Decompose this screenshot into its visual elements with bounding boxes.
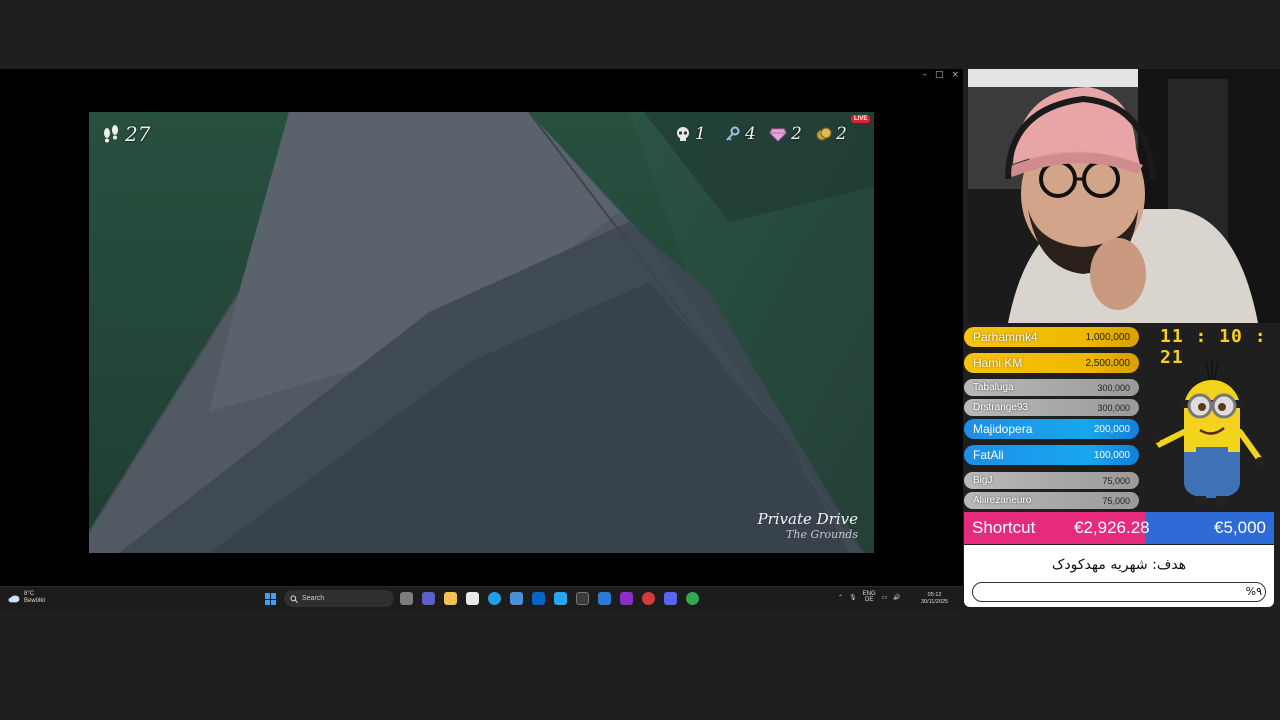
donation-row: BigJ 75,000 (964, 472, 1139, 489)
footprints-icon (104, 125, 118, 143)
discord-icon[interactable] (664, 592, 677, 605)
clock-time: 05:12 (927, 592, 942, 598)
start-button[interactable] (265, 593, 277, 605)
search-icon (290, 594, 298, 603)
search-placeholder: Search (302, 595, 325, 602)
location-name: Private Drive (757, 510, 859, 528)
goal-target-amount: €5,000 (1214, 518, 1266, 537)
donation-amount: 2,500,000 (1085, 357, 1131, 369)
steps-counter: 27 (101, 122, 150, 146)
terminal-icon[interactable] (576, 592, 589, 605)
location-area: The Grounds (786, 528, 858, 541)
donor-name: BigJ (973, 475, 993, 486)
donor-name: Drstrange93 (973, 402, 1029, 413)
chrome-dev-icon[interactable] (642, 592, 655, 605)
charity-goal-panel: هدف: شهریه مهدکودک %۹ (964, 545, 1274, 607)
donor-name: Tabaluga (973, 382, 1014, 393)
donation-row: Hami KM 2,500,000 (964, 353, 1139, 373)
weather-condition: Bewölkt (24, 598, 46, 604)
system-tray: ⌃ 🎙 ENG DE ▭ 🔊 (838, 591, 901, 603)
donor-name: Parhammk4 (973, 330, 1038, 344)
goal-current-amount: €2,926.28 (1074, 518, 1150, 537)
key-value: 4 (745, 124, 756, 144)
file-explorer-icon[interactable] (444, 592, 457, 605)
donation-amount: 200,000 (1093, 423, 1130, 435)
donor-name: Majidopera (973, 422, 1033, 436)
streamer-image (968, 69, 1280, 323)
skull-counter: 1 (675, 124, 706, 144)
donation-row: Drstrange93 300,000 (964, 399, 1139, 416)
maximize-button[interactable]: □ (935, 70, 944, 80)
vscode-icon[interactable] (598, 592, 611, 605)
donation-amount: 75,000 (1102, 475, 1130, 486)
goal-progress-bar: Shortcut €2,926.28 €5,000 (964, 512, 1274, 544)
microphone-icon[interactable]: 🎙 (849, 594, 857, 601)
coin-counter: 2 (816, 124, 847, 144)
cloud-icon (8, 595, 20, 602)
language-indicator[interactable]: ENG DE (863, 591, 876, 603)
taskbar: 8°C Bewölkt Search ⌃ 🎙 ENG DE ▭ 🔊 05:12 (0, 586, 963, 610)
task-view-icon[interactable] (400, 592, 413, 605)
taskbar-clock[interactable]: 05:12 30/11/2025 (921, 592, 948, 606)
donation-row: Aliirezaneuro 75,000 (964, 492, 1139, 509)
donation-amount: 1,000,000 (1085, 331, 1131, 343)
teams-icon[interactable] (422, 592, 435, 605)
donation-row: Tabaluga 300,000 (964, 379, 1139, 396)
charity-goal-title: هدف: شهریه مهدکودک (1051, 557, 1187, 573)
chrome-icon[interactable] (686, 592, 699, 605)
donor-name: FatAli (973, 448, 1004, 462)
donation-row: FatAli 100,000 (964, 445, 1139, 465)
minimize-button[interactable]: – (922, 70, 927, 80)
clock-date: 30/11/2025 (921, 599, 949, 605)
close-button[interactable]: × (951, 70, 959, 80)
live-badge: LIVE (851, 115, 871, 123)
webcam-feed (968, 69, 1280, 323)
gem-value: 2 (791, 124, 802, 144)
location-label: Private Drive The Grounds (758, 510, 859, 541)
network-icon[interactable]: ▭ (882, 594, 888, 601)
donation-amount: 75,000 (1102, 495, 1130, 506)
skull-value: 1 (695, 124, 706, 144)
captured-window: – □ × 27 1 4 2 2 LIVE Private Drive The … (0, 69, 963, 610)
key-counter: 4 (725, 124, 756, 144)
donation-row: Majidopera 200,000 (964, 419, 1139, 439)
goal-label: Shortcut (972, 518, 1036, 537)
store-icon[interactable] (466, 592, 479, 605)
donor-name: Hami KM (973, 356, 1023, 370)
game-viewport[interactable]: 27 1 4 2 2 LIVE Private Drive The Ground… (89, 112, 874, 553)
game-scene (89, 112, 874, 553)
donation-row: Parhammk4 1,000,000 (964, 327, 1139, 347)
windows-logo-icon (265, 593, 270, 599)
weather-widget[interactable]: 8°C Bewölkt (8, 591, 45, 605)
gem-icon (769, 128, 787, 142)
donation-amount: 300,000 (1097, 402, 1130, 413)
photos-icon[interactable] (510, 592, 523, 605)
edge-icon[interactable] (488, 592, 501, 605)
window-controls: – □ × (922, 70, 959, 80)
rider-icon[interactable] (620, 592, 633, 605)
minion-mascot (1151, 360, 1265, 506)
settings-app-icon[interactable] (554, 592, 567, 605)
taskbar-search[interactable]: Search (284, 590, 394, 607)
donation-amount: 300,000 (1097, 382, 1130, 393)
volume-icon[interactable]: 🔊 (893, 594, 900, 601)
coin-value: 2 (836, 124, 847, 144)
charity-percent-label: %۹ (1245, 585, 1262, 598)
charity-progress-bar: %۹ (972, 582, 1266, 602)
weather-temp: 8°C (24, 591, 35, 597)
donation-amount: 100,000 (1093, 449, 1130, 461)
gem-counter: 2 (769, 124, 802, 144)
chevron-up-icon[interactable]: ⌃ (838, 594, 843, 601)
lang-bottom: DE (864, 597, 874, 603)
key-icon (726, 126, 740, 141)
outlook-icon[interactable] (532, 592, 545, 605)
skull-icon (677, 127, 689, 141)
donor-name: Aliirezaneuro (973, 495, 1032, 506)
coins-icon (816, 127, 832, 141)
steps-value: 27 (125, 122, 151, 146)
